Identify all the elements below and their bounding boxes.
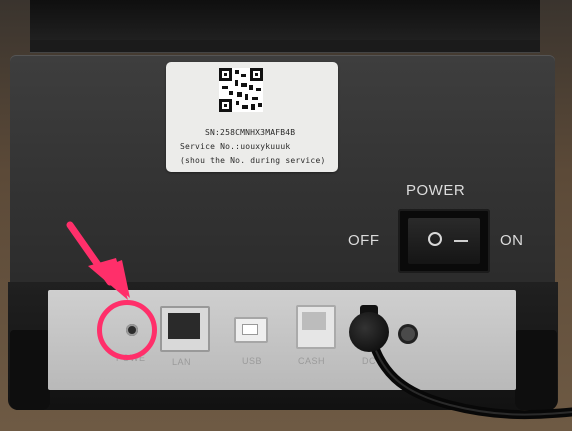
lan-port-label: LAN [172,357,192,367]
lan-port-socket [168,313,200,339]
usb-port-label: USB [242,356,263,366]
usb-port-socket [242,324,258,335]
power-switch-rocker[interactable] [408,218,480,264]
power-on-label: ON [500,232,524,249]
cash-port-label: CASH [298,356,326,366]
power-title: POWER [406,182,466,199]
highlight-circle [97,300,157,360]
power-off-icon [428,232,442,246]
power-off-label: OFF [348,232,380,249]
dc-aux-jack [401,327,415,341]
serial-number: SN:258CMNHX3MAFB4B [205,128,296,137]
dc-power-plug [349,312,389,352]
dc-port-label: DC [362,356,376,366]
cash-drawer-socket [302,312,326,330]
service-number: Service No.:uouxykuuuk [180,142,291,151]
printer-foot-left [10,330,50,410]
printer-foot-right [515,330,557,410]
power-on-icon [454,240,468,242]
qr-code [219,68,263,112]
service-note: (shou the No. during service) [180,156,326,165]
printer-lid-edge [30,40,540,53]
